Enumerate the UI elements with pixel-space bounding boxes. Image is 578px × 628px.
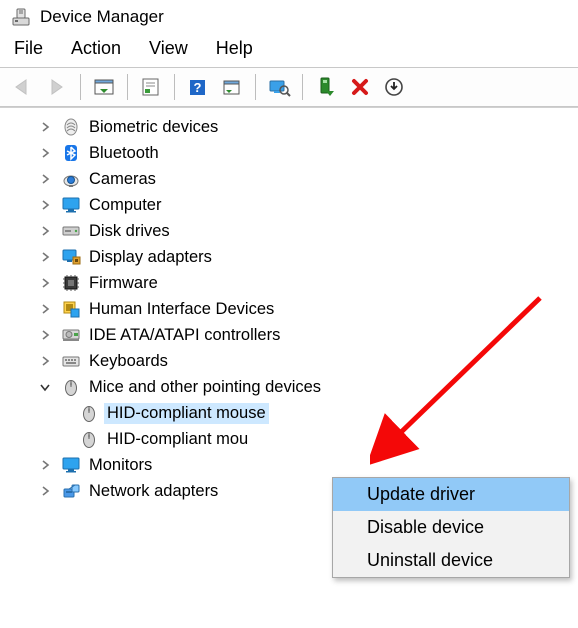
tree-node-label: Mice and other pointing devices (86, 377, 324, 398)
tree-node[interactable]: Bluetooth (4, 140, 578, 166)
scan-hardware-button[interactable] (263, 72, 295, 102)
tree-node-label: Bluetooth (86, 143, 162, 164)
hid-icon (60, 298, 82, 320)
mouse-icon (78, 428, 100, 450)
drive-icon (60, 220, 82, 242)
toolbar-divider (302, 74, 303, 100)
tree-node[interactable]: Keyboards (4, 348, 578, 374)
uninstall-button[interactable] (344, 72, 376, 102)
menu-help[interactable]: Help (216, 38, 253, 59)
expand-icon[interactable] (34, 145, 56, 161)
tree-node-label: Keyboards (86, 351, 171, 372)
tree-node[interactable]: HID-compliant mouse (4, 400, 578, 426)
tree-node-label: HID-compliant mou (104, 429, 251, 450)
menu-file[interactable]: File (14, 38, 43, 59)
tree-node-label: Biometric devices (86, 117, 221, 138)
tree-node[interactable]: Firmware (4, 270, 578, 296)
expand-icon[interactable] (34, 353, 56, 369)
tree-node-label: Network adapters (86, 481, 221, 502)
device-tree[interactable]: Biometric devices Bluetooth Cameras Compute… (0, 107, 578, 619)
expand-icon[interactable] (34, 457, 56, 473)
tree-node-label: Cameras (86, 169, 159, 190)
tree-node[interactable]: IDE ATA/ATAPI controllers (4, 322, 578, 348)
tree-node[interactable]: Display adapters (4, 244, 578, 270)
menubar: File Action View Help (0, 34, 578, 67)
tree-node-label: Monitors (86, 455, 155, 476)
forward-button[interactable] (41, 72, 73, 102)
window-title: Device Manager (40, 7, 164, 27)
expand-icon[interactable] (34, 171, 56, 187)
update-driver-button[interactable] (310, 72, 342, 102)
tree-node-label: HID-compliant mouse (104, 403, 269, 424)
show-hide-tree-button[interactable] (88, 72, 120, 102)
display-adapter-icon (60, 246, 82, 268)
network-icon (60, 480, 82, 502)
help-button[interactable]: ? (182, 72, 214, 102)
toolbar-divider (127, 74, 128, 100)
chip-icon (60, 272, 82, 294)
tree-node-label: Display adapters (86, 247, 215, 268)
properties-button[interactable] (135, 72, 167, 102)
keyboard-icon (60, 350, 82, 372)
expand-icon[interactable] (34, 197, 56, 213)
menu-view[interactable]: View (149, 38, 188, 59)
tree-node-label: Computer (86, 195, 164, 216)
expand-icon[interactable] (34, 301, 56, 317)
expand-icon[interactable] (34, 275, 56, 291)
mouse-icon (60, 376, 82, 398)
context-menu-item[interactable]: Update driver (333, 478, 569, 511)
camera-icon (60, 168, 82, 190)
expand-icon[interactable] (34, 327, 56, 343)
fingerprint-icon (60, 116, 82, 138)
expand-icon[interactable] (34, 119, 56, 135)
tree-node-label: Disk drives (86, 221, 173, 242)
tree-node[interactable]: HID-compliant mou (4, 426, 578, 452)
toolbar: ? (0, 67, 578, 107)
app-icon (10, 6, 32, 28)
svg-text:?: ? (194, 80, 202, 95)
toolbar-divider (80, 74, 81, 100)
tree-node[interactable]: Biometric devices (4, 114, 578, 140)
context-menu-item[interactable]: Disable device (333, 511, 569, 544)
collapse-icon[interactable] (34, 379, 56, 395)
tree-node[interactable]: Human Interface Devices (4, 296, 578, 322)
ide-icon (60, 324, 82, 346)
toolbar-icon-button[interactable] (216, 72, 248, 102)
tree-node-label: Human Interface Devices (86, 299, 277, 320)
tree-node[interactable]: Mice and other pointing devices (4, 374, 578, 400)
monitor-icon (60, 194, 82, 216)
mouse-icon (78, 402, 100, 424)
expand-icon[interactable] (34, 249, 56, 265)
tree-node-label: IDE ATA/ATAPI controllers (86, 325, 283, 346)
toolbar-divider (174, 74, 175, 100)
back-button[interactable] (7, 72, 39, 102)
toolbar-divider (255, 74, 256, 100)
menu-action[interactable]: Action (71, 38, 121, 59)
tree-node[interactable]: Computer (4, 192, 578, 218)
context-menu: Update driverDisable deviceUninstall dev… (332, 477, 570, 578)
bluetooth-icon (60, 142, 82, 164)
expand-icon[interactable] (34, 483, 56, 499)
tree-node[interactable]: Disk drives (4, 218, 578, 244)
context-menu-item[interactable]: Uninstall device (333, 544, 569, 577)
titlebar: Device Manager (0, 0, 578, 34)
tree-node[interactable]: Monitors (4, 452, 578, 478)
tree-node-label: Firmware (86, 273, 161, 294)
disable-button[interactable] (378, 72, 410, 102)
tree-node[interactable]: Cameras (4, 166, 578, 192)
expand-icon[interactable] (34, 223, 56, 239)
monitor2-icon (60, 454, 82, 476)
